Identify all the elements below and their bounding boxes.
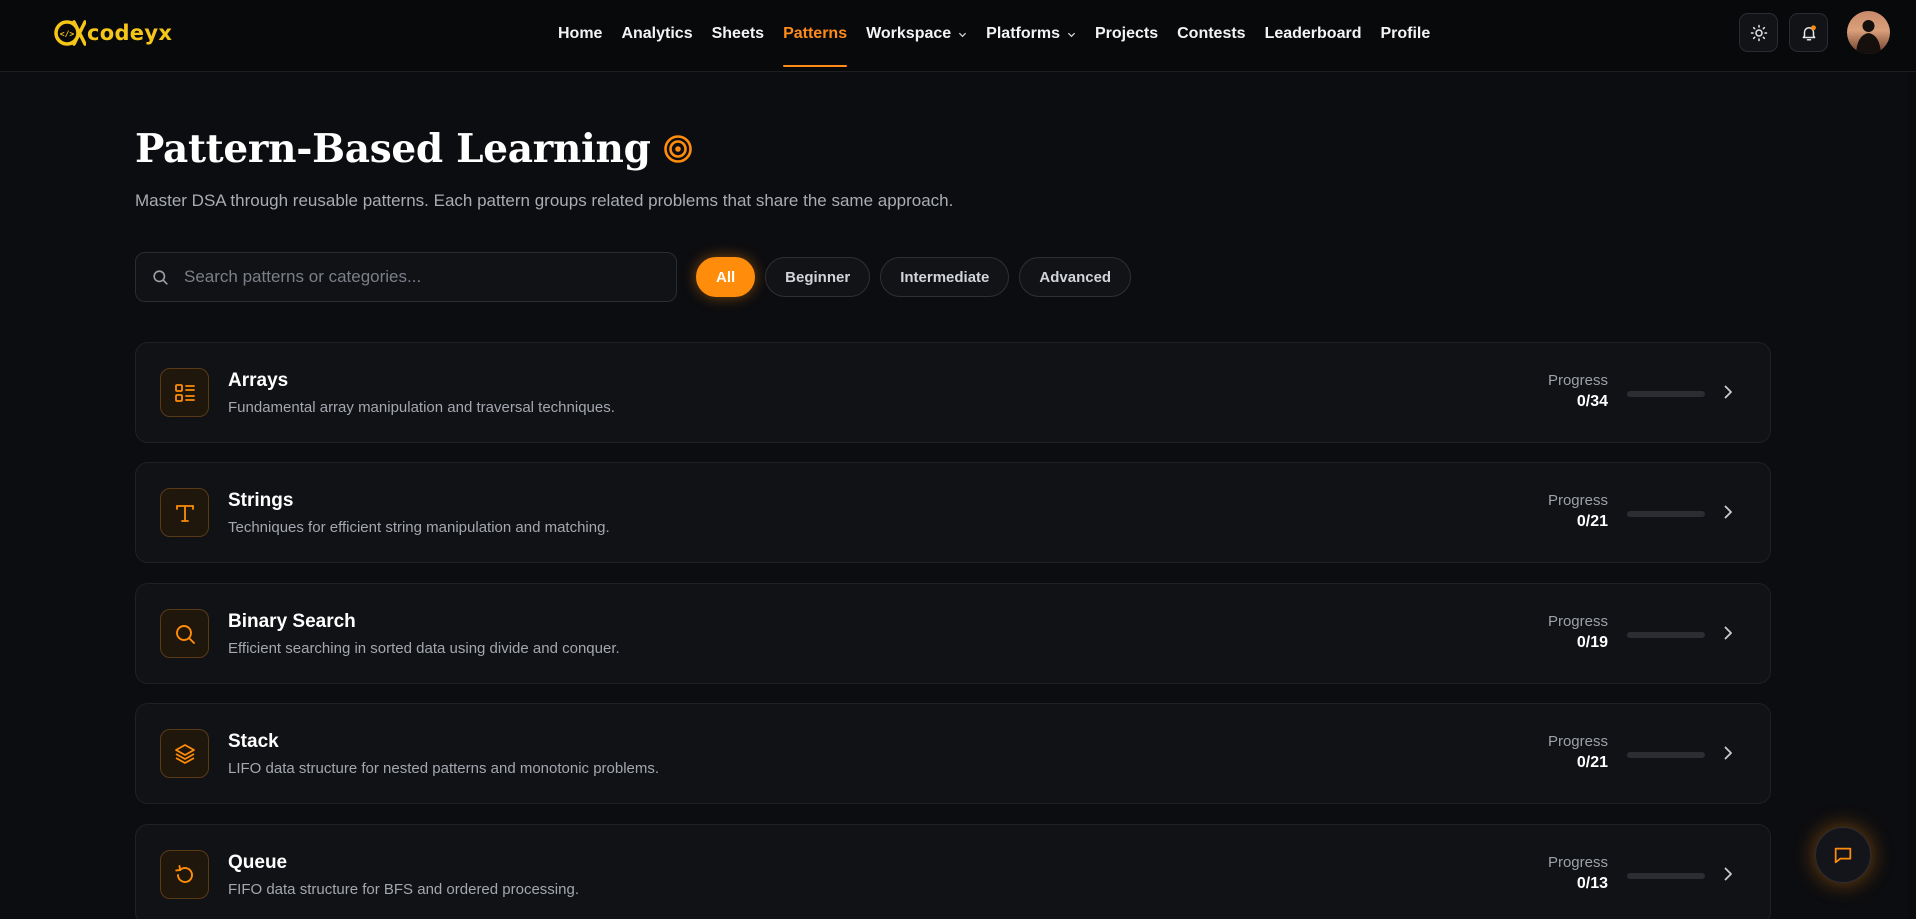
chevron-down-icon xyxy=(1067,32,1076,37)
progress-bar xyxy=(1627,873,1705,879)
filter-advanced-button[interactable]: Advanced xyxy=(1019,257,1132,297)
pattern-description: Efficient searching in sorted data using… xyxy=(228,640,620,657)
progress-count: 0/34 xyxy=(1576,393,1608,410)
chevron-right-icon[interactable] xyxy=(1720,866,1736,882)
logo[interactable]: </> codeyx xyxy=(54,17,172,49)
progress-bar xyxy=(1627,632,1705,638)
nav-projects-label: Projects xyxy=(1094,25,1159,42)
pattern-description: Techniques for efficient string manipula… xyxy=(228,519,610,536)
nav-analytics[interactable]: Analytics xyxy=(621,0,692,68)
theme-toggle-button[interactable] xyxy=(1739,13,1778,52)
logo-text: codeyx xyxy=(87,21,173,45)
pattern-title: Stack xyxy=(228,731,279,752)
progress-label: Progress xyxy=(1547,372,1608,389)
logo-icon: </> xyxy=(54,20,86,46)
nav-projects[interactable]: Projects xyxy=(1095,0,1158,68)
chevron-right-icon[interactable] xyxy=(1720,384,1736,400)
rotate-icon xyxy=(174,864,193,883)
nav-sheets-label: Sheets xyxy=(711,25,765,42)
pattern-card-arrays[interactable]: Arrays Fundamental array manipulation an… xyxy=(135,342,1771,443)
pattern-title: Strings xyxy=(228,490,294,511)
chat-button[interactable] xyxy=(1815,827,1871,883)
pattern-icon-box xyxy=(160,368,209,417)
pattern-description: LIFO data structure for nested patterns … xyxy=(228,760,660,777)
nav-profile[interactable]: Profile xyxy=(1380,0,1430,68)
filter-intermediate-button[interactable]: Intermediate xyxy=(880,257,1010,297)
nav-home[interactable]: Home xyxy=(558,0,602,68)
progress-bar xyxy=(1627,752,1705,758)
pattern-card-stack[interactable]: Stack LIFO data structure for nested pat… xyxy=(135,703,1771,804)
page-title-text: Pattern-Based Learning xyxy=(135,126,651,172)
chevron-right-icon[interactable] xyxy=(1720,745,1736,761)
search-icon xyxy=(175,624,195,644)
pattern-description: Fundamental array manipulation and trave… xyxy=(228,399,615,416)
progress-label: Progress xyxy=(1547,492,1608,509)
top-navbar: </> codeyx Home Analytics Sheets Pattern… xyxy=(0,0,1916,72)
chevron-right-icon[interactable] xyxy=(1720,504,1736,520)
pattern-description: FIFO data structure for BFS and ordered … xyxy=(228,881,579,898)
search-icon xyxy=(153,270,168,285)
filter-all-button[interactable]: All xyxy=(696,257,756,297)
nav-sheets[interactable]: Sheets xyxy=(712,0,764,68)
pattern-icon-box xyxy=(160,609,209,658)
nav-contests-label: Contests xyxy=(1177,25,1246,42)
nav-workspace[interactable]: Workspace xyxy=(866,0,967,68)
pattern-title: Queue xyxy=(228,852,288,873)
page-subtitle: Master DSA through reusable patterns. Ea… xyxy=(135,191,954,210)
scrollbar[interactable] xyxy=(1908,72,1916,919)
layers-icon xyxy=(174,743,195,764)
avatar[interactable] xyxy=(1847,11,1890,54)
nav-platforms[interactable]: Platforms xyxy=(986,0,1076,68)
progress-count: 0/13 xyxy=(1576,875,1608,892)
progress-count: 0/21 xyxy=(1576,754,1608,771)
target-icon xyxy=(663,135,692,163)
nav-patterns[interactable]: Patterns xyxy=(783,0,848,68)
progress-bar xyxy=(1627,391,1705,397)
chevron-down-icon xyxy=(959,32,967,37)
pattern-icon-box xyxy=(160,488,209,537)
user-silhouette-icon xyxy=(1856,20,1881,54)
nav-analytics-label: Analytics xyxy=(621,25,693,42)
pattern-title: Arrays xyxy=(228,370,289,391)
chat-icon xyxy=(1834,847,1852,864)
nav-patterns-label: Patterns xyxy=(783,25,848,42)
nav-platforms-label: Platforms xyxy=(986,25,1060,42)
chevron-right-icon[interactable] xyxy=(1720,625,1736,641)
progress-count: 0/19 xyxy=(1576,634,1608,651)
pattern-card-strings[interactable]: Strings Techniques for efficient string … xyxy=(135,462,1771,563)
pattern-card-binary-search[interactable]: Binary Search Efficient searching in sor… xyxy=(135,583,1771,684)
text-icon xyxy=(175,504,194,522)
nav-profile-label: Profile xyxy=(1380,25,1431,42)
filter-beginner-button[interactable]: Beginner xyxy=(765,257,871,297)
notifications-button[interactable] xyxy=(1789,13,1828,52)
pattern-card-queue[interactable]: Queue FIFO data structure for BFS and or… xyxy=(135,824,1771,919)
search-input[interactable] xyxy=(184,267,654,287)
progress-label: Progress xyxy=(1547,613,1608,630)
bell-icon xyxy=(1802,24,1816,40)
pattern-icon-box xyxy=(160,850,209,899)
nav-workspace-label: Workspace xyxy=(866,25,952,42)
nav-leaderboard[interactable]: Leaderboard xyxy=(1265,0,1362,68)
page-title: Pattern-Based Learning xyxy=(135,126,693,172)
search-box xyxy=(135,252,677,302)
list-icon xyxy=(174,383,195,402)
sun-icon xyxy=(1750,24,1767,41)
progress-count: 0/21 xyxy=(1576,513,1608,530)
progress-bar xyxy=(1627,511,1705,517)
progress-label: Progress xyxy=(1547,733,1608,750)
pattern-title: Binary Search xyxy=(228,611,356,632)
nav-home-label: Home xyxy=(558,25,603,42)
nav-contests[interactable]: Contests xyxy=(1177,0,1245,68)
logo-mark-text: </> xyxy=(60,30,75,39)
pattern-icon-box xyxy=(160,729,209,778)
difficulty-filters: All Beginner Intermediate Advanced xyxy=(696,257,1141,297)
nav-leaderboard-label: Leaderboard xyxy=(1264,25,1362,42)
progress-label: Progress xyxy=(1547,854,1608,871)
main-nav: Home Analytics Sheets Patterns Workspace… xyxy=(558,0,1449,68)
